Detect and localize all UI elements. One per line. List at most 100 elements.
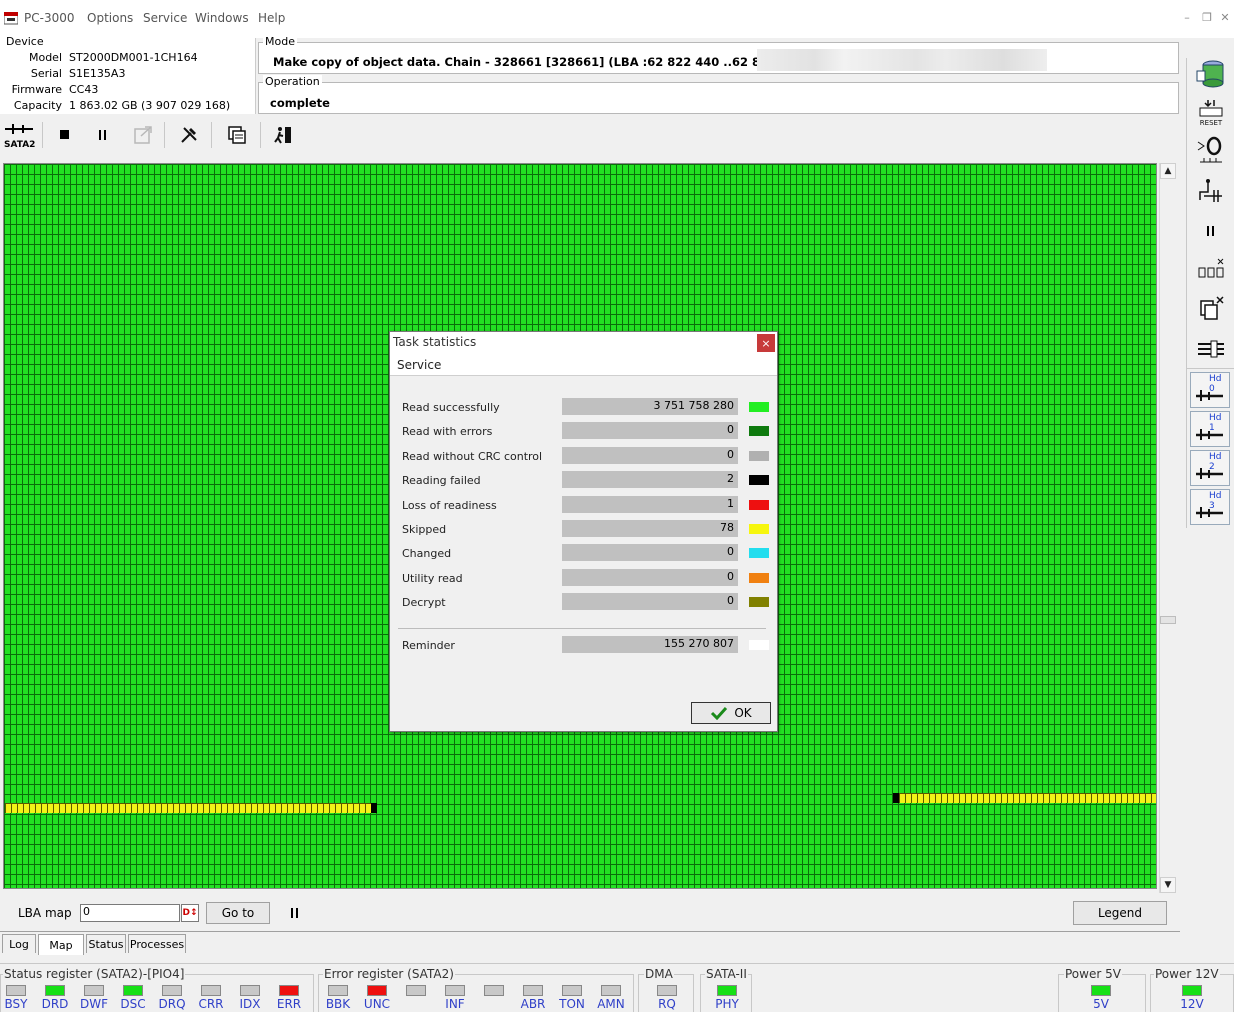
- power12-led-12v: [1182, 985, 1202, 996]
- dialog-titlebar[interactable]: Task statistics ×: [390, 332, 777, 354]
- close-window-icon[interactable]: ✕: [1218, 11, 1232, 25]
- mode-text: Make copy of object data. Chain - 328661…: [273, 55, 819, 69]
- clear-button[interactable]: [1192, 292, 1230, 326]
- tab-status-label: Status: [88, 937, 124, 951]
- device-panel: Device Model ST2000DM001-1CH164 Serial S…: [0, 35, 256, 114]
- pause-icon: [99, 130, 106, 140]
- map-scrollbar[interactable]: ▲ ▼: [1159, 163, 1176, 893]
- scroll-up-icon[interactable]: ▲: [1160, 163, 1176, 179]
- power5-led-label: 5V: [1093, 997, 1109, 1011]
- right-toolbar-divider: [1186, 368, 1234, 369]
- error-led-abr: [523, 985, 543, 996]
- head-2-button[interactable]: Hd 2: [1190, 450, 1230, 486]
- stat-value: 78: [562, 520, 738, 537]
- head-2-icon: [1196, 468, 1223, 479]
- mode-group-title: Mode: [263, 35, 297, 48]
- menu-bar: PC-3000 Options Service Windows Help – ❐…: [0, 0, 1234, 38]
- menu-help[interactable]: Help: [258, 11, 285, 25]
- status-register-title: Status register (SATA2)-[PIO4]: [3, 967, 186, 981]
- status-led-label: BSY: [4, 997, 28, 1011]
- power5-led-5v: [1091, 985, 1111, 996]
- toolbar-separator: [211, 122, 212, 148]
- drive-power-button[interactable]: [1192, 56, 1230, 90]
- right-toolbar-separator: [1186, 58, 1187, 528]
- operation-group-title: Operation: [263, 75, 322, 88]
- head-3-button[interactable]: Hd 3: [1190, 489, 1230, 525]
- menu-service[interactable]: Service: [143, 11, 187, 25]
- stop-button[interactable]: [48, 118, 82, 152]
- stat-color-swatch: [749, 524, 769, 534]
- stat-value: 0: [562, 544, 738, 562]
- task-statistics-dialog: Task statistics × Service Read successfu…: [389, 331, 778, 732]
- heads-map-button[interactable]: [1192, 252, 1230, 286]
- exit-button[interactable]: [266, 118, 300, 152]
- stat-label: Utility read: [402, 571, 463, 585]
- menu-options[interactable]: Options: [87, 11, 133, 25]
- scroll-down-icon[interactable]: ▼: [1160, 877, 1176, 893]
- sata-connector-icon: [5, 124, 33, 134]
- goto-button[interactable]: Go to: [206, 902, 270, 924]
- error-led-unlabeled-4: [484, 985, 504, 996]
- copy-button[interactable]: [220, 118, 254, 152]
- stat-value: 0: [562, 593, 738, 611]
- stat-value: 3 751 758 280: [562, 398, 738, 415]
- device-group-title: Device: [6, 35, 44, 48]
- lba-input[interactable]: 0: [80, 904, 180, 922]
- error-led-label: INF: [445, 997, 465, 1011]
- heads-config-button[interactable]: [1192, 332, 1230, 366]
- tab-log-label: Log: [9, 937, 29, 951]
- tools-button[interactable]: [172, 118, 206, 152]
- register-divider: [0, 963, 1234, 964]
- tab-processes[interactable]: Processes: [128, 934, 186, 953]
- lba-spin-icon[interactable]: D↕: [181, 904, 199, 922]
- pause-right-button[interactable]: [1192, 214, 1230, 248]
- stat-label: Read successfully: [402, 401, 500, 414]
- dialog-subtitle: Service: [397, 358, 442, 372]
- error-led-amn: [601, 985, 621, 996]
- head-1-button[interactable]: Hd 1: [1190, 411, 1230, 447]
- skipped-blocks-strip: [899, 793, 1156, 803]
- ok-button[interactable]: OK: [691, 702, 771, 724]
- stat-label: Loss of readiness: [402, 498, 497, 512]
- serial-label: Serial: [30, 67, 62, 80]
- tab-log[interactable]: Log: [2, 934, 36, 953]
- head-0-icon: [1196, 390, 1223, 401]
- legend-button[interactable]: Legend: [1073, 901, 1167, 925]
- dma-led-rq: [657, 985, 677, 996]
- capacity-value: 1 863.02 GB (3 907 029 168): [69, 99, 231, 112]
- scroll-thumb[interactable]: [1160, 616, 1176, 624]
- power5-title: Power 5V: [1064, 967, 1122, 981]
- signal-button[interactable]: [1192, 174, 1230, 208]
- lba-map-label: LBA map: [18, 906, 72, 920]
- tab-processes-label: Processes: [129, 937, 185, 951]
- head-3-icon: [1196, 507, 1223, 518]
- signal-icon: [1199, 179, 1222, 202]
- map-pause-icon[interactable]: [289, 906, 303, 920]
- head-zero-button[interactable]: [1192, 134, 1230, 168]
- stats-divider: [398, 628, 766, 629]
- minimize-icon[interactable]: –: [1180, 11, 1194, 25]
- error-led-label: AMN: [597, 997, 625, 1011]
- toolbar-separator: [164, 122, 165, 148]
- tab-map[interactable]: Map: [38, 934, 84, 955]
- head-1-icon: [1196, 429, 1223, 440]
- tools-icon: [181, 127, 197, 143]
- stat-value: 0: [562, 422, 738, 440]
- mode-group: Mode Make copy of object data. Chain - 3…: [258, 35, 1179, 74]
- status-led-dwf: [84, 985, 104, 996]
- stat-color-swatch: [749, 597, 769, 608]
- head-0-button[interactable]: Hd 0: [1190, 372, 1230, 408]
- restore-icon[interactable]: ❐: [1200, 11, 1214, 25]
- tab-status[interactable]: Status: [86, 934, 126, 953]
- app-logo-icon: [4, 12, 18, 25]
- sata-interface-button[interactable]: SATA2: [2, 120, 36, 152]
- status-led-label: DRD: [41, 997, 69, 1011]
- reset-button[interactable]: RESET: [1192, 96, 1230, 130]
- pause-button[interactable]: [86, 118, 120, 152]
- svg-text:RESET: RESET: [1200, 119, 1223, 127]
- export-button[interactable]: [126, 118, 160, 152]
- dialog-close-icon[interactable]: ×: [757, 334, 775, 352]
- menu-windows[interactable]: Windows: [195, 11, 249, 25]
- stat-color-swatch: [749, 572, 769, 583]
- status-led-drq: [162, 985, 182, 996]
